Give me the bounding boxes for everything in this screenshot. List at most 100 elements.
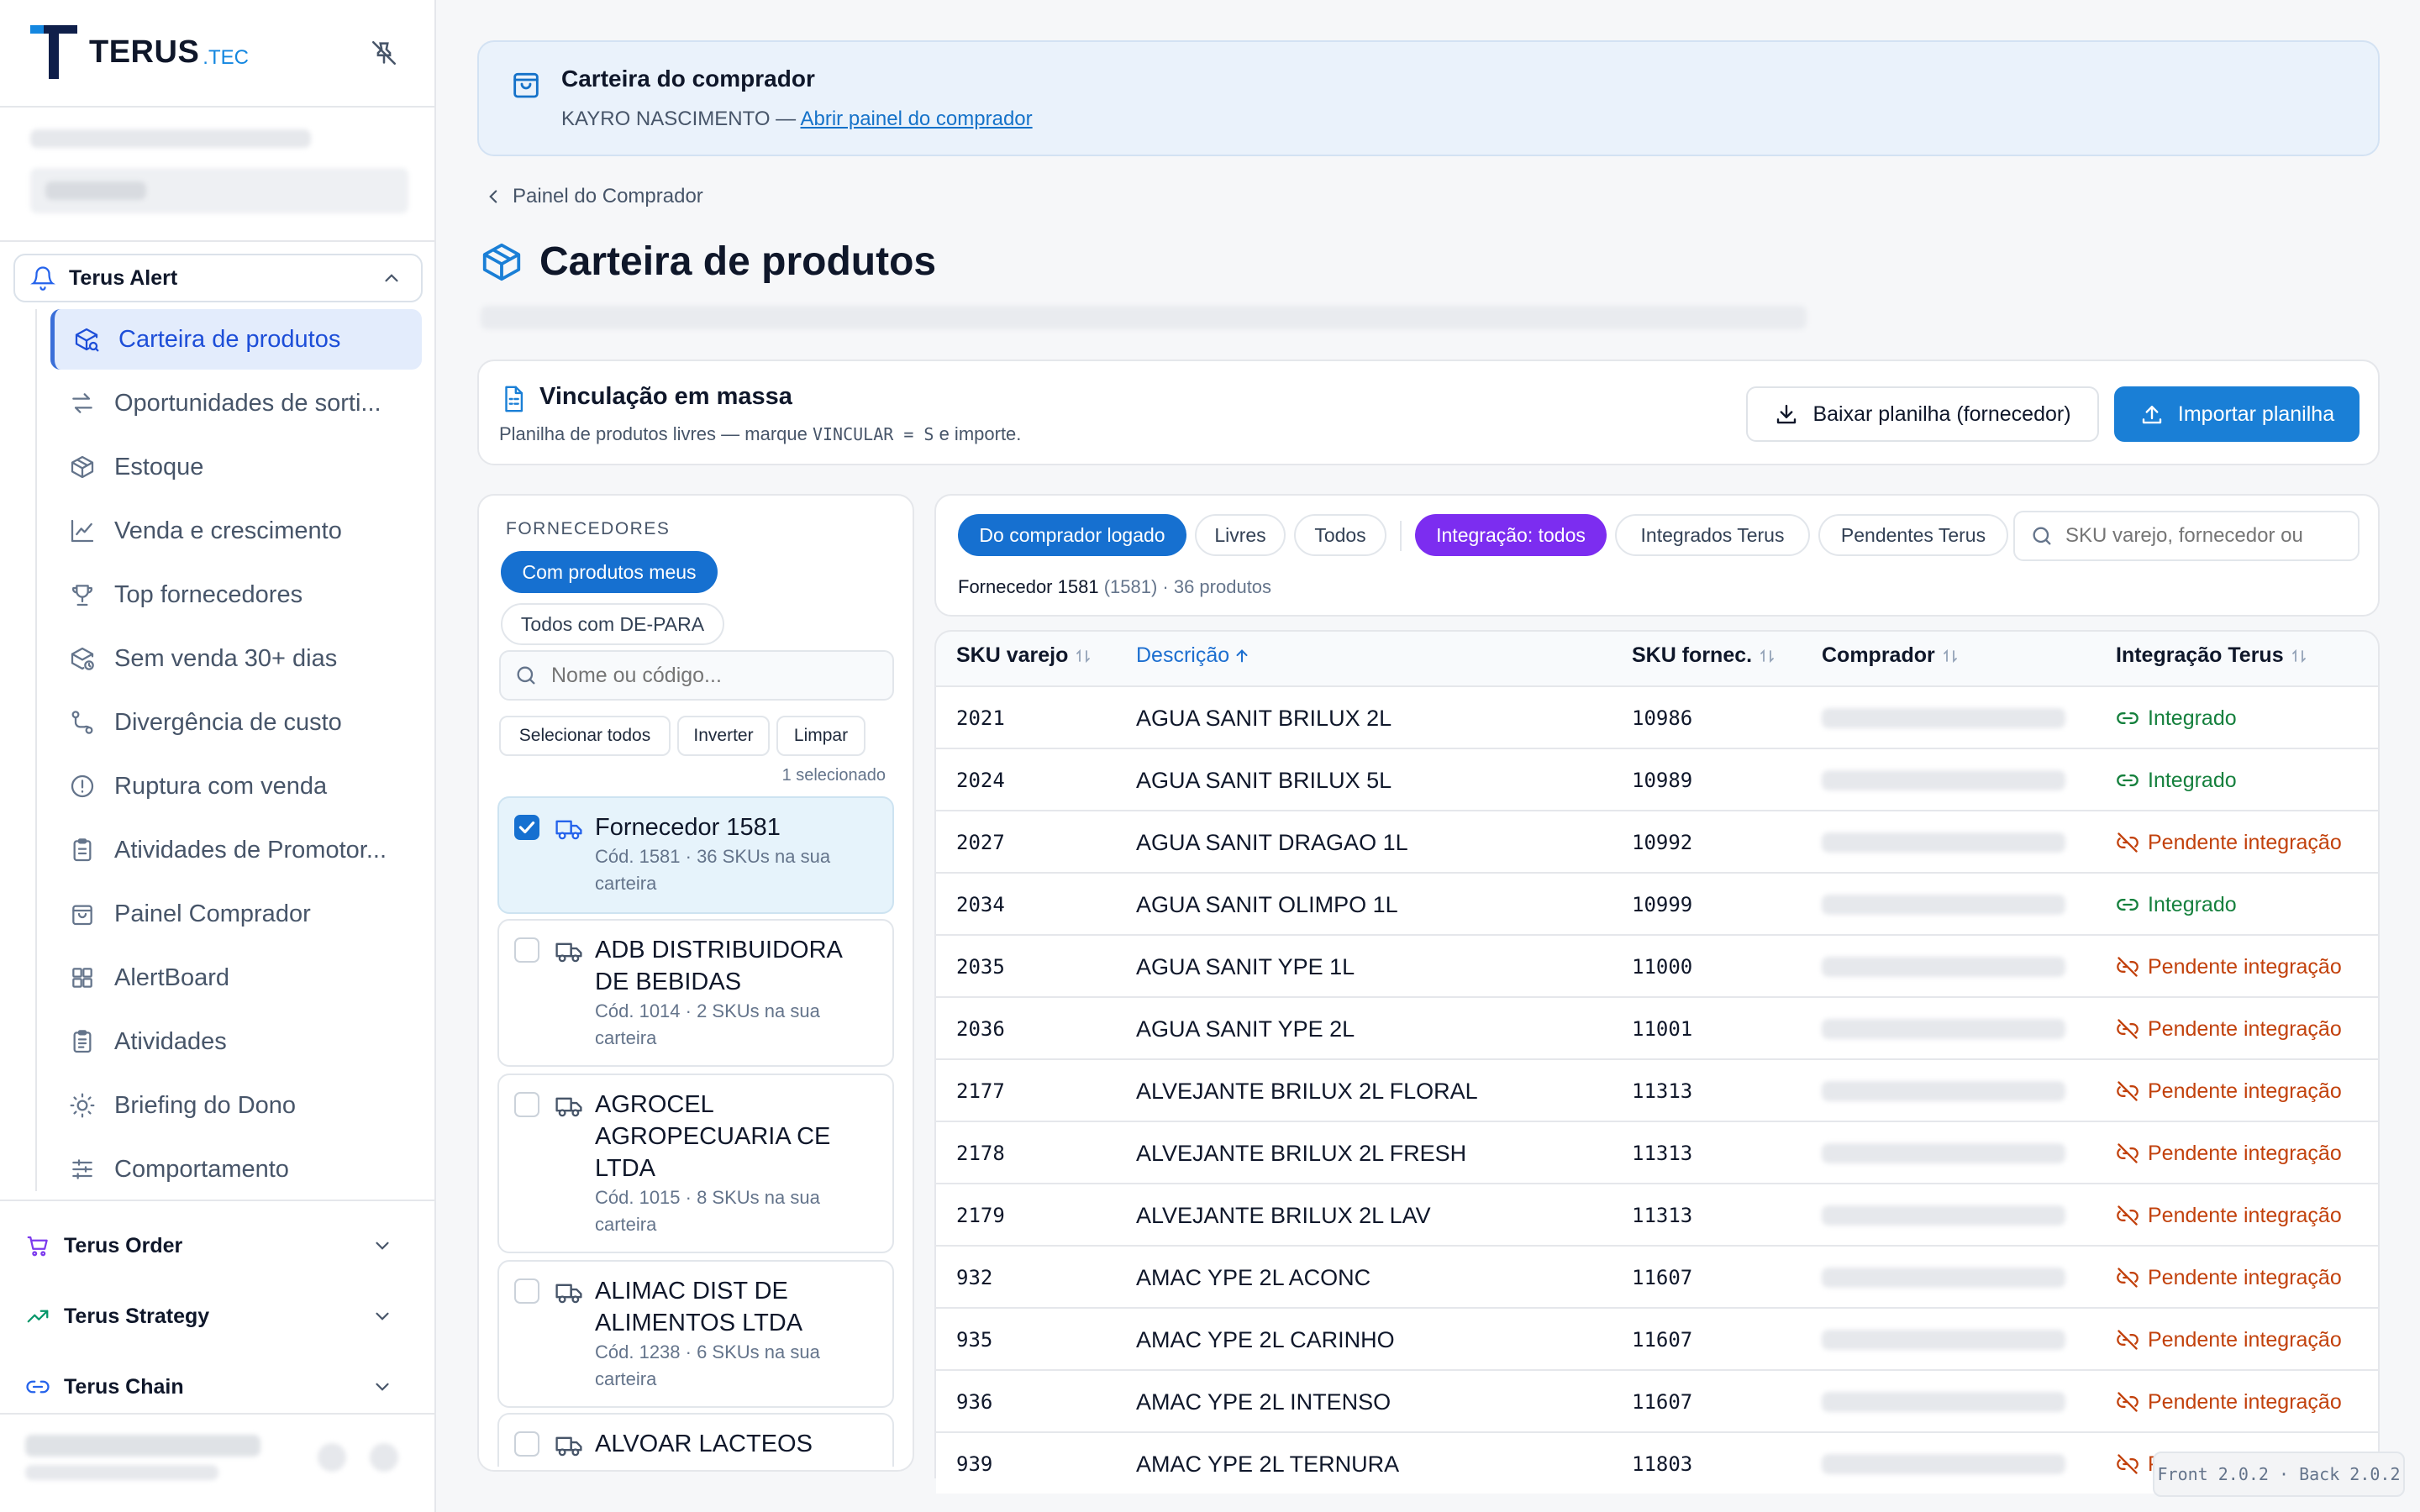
download-icon <box>1777 404 1797 424</box>
table-row[interactable]: 2034 AGUA SANIT OLIMPO 1L 10999 Integrado <box>936 872 2378 934</box>
filter-buyer-logged[interactable]: Do comprador logado <box>958 514 1186 556</box>
nav-group-terus-order[interactable]: Terus Order <box>25 1225 412 1267</box>
column-comprador[interactable]: Comprador <box>1822 643 1960 668</box>
sidebar-item-comportamento[interactable]: Comportamento <box>50 1139 422 1200</box>
select-all-button[interactable]: Selecionar todos <box>499 716 671 756</box>
table-row[interactable]: 2036 AGUA SANIT YPE 2L 11001 Pendente integ… <box>936 996 2378 1058</box>
table-row[interactable]: 936 AMAC YPE 2L INTENSO 11607 Pendente inte… <box>936 1369 2378 1431</box>
sidebar-item-carteira-de-produtos[interactable]: Carteira de produtos <box>50 309 422 370</box>
cell-integracao-status: Integrado <box>2116 687 2237 749</box>
table-row[interactable]: 2024 AGUA SANIT BRILUX 5L 10989 Integrado <box>936 748 2378 810</box>
sidebar-item-alertboard[interactable]: AlertBoard <box>50 948 422 1008</box>
supplier-search[interactable] <box>499 650 894 701</box>
box-icon <box>71 455 94 479</box>
table-row[interactable]: 2178 ALVEJANTE BRILUX 2L FRESH 11313 Penden… <box>936 1121 2378 1183</box>
supplier-card[interactable]: ALIMAC DIST DE ALIMENTOS LTDA Cód. 1238 … <box>497 1260 894 1408</box>
chevron-down-icon <box>376 1242 389 1250</box>
nav-group-label: Terus Alert <box>69 265 178 290</box>
link-off-icon <box>2117 1330 2139 1350</box>
invert-selection-button[interactable]: Inverter <box>677 716 770 756</box>
import-sheet-button[interactable]: Importar planilha <box>2114 386 2360 442</box>
download-sheet-button[interactable]: Baixar planilha (fornecedor) <box>1746 386 2099 442</box>
cell-integracao-status: Pendente integração <box>2116 936 2342 998</box>
table-row[interactable]: 2035 AGUA SANIT YPE 1L 11000 Pendente integ… <box>936 934 2378 996</box>
filter-my-products[interactable]: Com produtos meus <box>501 551 718 593</box>
cell-comprador-blurred <box>1822 687 2065 749</box>
open-buyer-panel-link[interactable]: Abrir painel do comprador <box>801 108 1033 130</box>
table-row[interactable]: 2021 AGUA SANIT BRILUX 2L 10986 Integrado <box>936 685 2378 748</box>
supplier-search-input[interactable] <box>551 663 887 688</box>
product-search-input[interactable] <box>2065 524 2351 548</box>
column-sku-fornecedor[interactable]: SKU fornec. <box>1632 643 1777 668</box>
column-descricao[interactable]: Descrição <box>1136 643 1251 668</box>
filter-pending-terus[interactable]: Pendentes Terus <box>1818 514 2008 556</box>
nav-group-terus-chain[interactable]: Terus Chain <box>25 1366 412 1408</box>
table-row[interactable]: 2177 ALVEJANTE BRILUX 2L FLORAL 11313 Pende… <box>936 1058 2378 1121</box>
table-row[interactable]: 2179 ALVEJANTE BRILUX 2L LAV 11313 Pendente… <box>936 1183 2378 1245</box>
sidebar-item-top-fornecedores[interactable]: Top fornecedores <box>50 564 422 625</box>
sidebar-item-atividades-promotor[interactable]: Atividades de Promotor... <box>50 820 422 880</box>
column-integracao[interactable]: Integração Terus <box>2116 643 2309 668</box>
filter-integrated-terus[interactable]: Integrados Terus <box>1615 514 1810 556</box>
sidebar-item-atividades[interactable]: Atividades <box>50 1011 422 1072</box>
table-row[interactable]: 932 AMAC YPE 2L ACONC 11607 Pendente integr… <box>936 1245 2378 1307</box>
cell-descricao: AGUA SANIT OLIMPO 1L <box>1136 891 1398 917</box>
separator: — <box>770 108 801 130</box>
cell-comprador-blurred <box>1822 1184 2065 1247</box>
table-row[interactable]: 935 AMAC YPE 2L CARINHO 11607 Pendente inte… <box>936 1307 2378 1369</box>
nav-group-terus-alert[interactable]: Terus Alert <box>13 254 423 302</box>
column-label: SKU varejo <box>956 643 1069 667</box>
cell-sku-fornecedor: 11000 <box>1632 955 1693 979</box>
search-icon <box>2033 527 2051 545</box>
unpin-sidebar-button[interactable] <box>370 39 398 67</box>
import-sheet-label: Importar planilha <box>2177 402 2335 426</box>
nav-group-terus-strategy[interactable]: Terus Strategy <box>25 1295 412 1337</box>
supplier-checkbox[interactable] <box>514 815 539 840</box>
sidebar-item-estoque[interactable]: Estoque <box>50 437 422 497</box>
filter-integration-all[interactable]: Integração: todos <box>1415 514 1607 556</box>
supplier-card[interactable]: AGROCEL AGROPECUARIA CE LTDA Cód. 1015 ·… <box>497 1074 894 1253</box>
cell-descricao: ALVEJANTE BRILUX 2L FLORAL <box>1136 1078 1478 1104</box>
sidebar-item-painel-comprador[interactable]: Painel Comprador <box>50 884 422 944</box>
supplier-card[interactable]: ADB DISTRIBUIDORA DE BEBIDAS Cód. 1014 ·… <box>497 919 894 1067</box>
sidebar-item-oportunidades[interactable]: Oportunidades de sorti... <box>50 373 422 433</box>
cell-descricao: ALVEJANTE BRILUX 2L LAV <box>1136 1202 1431 1228</box>
cell-sku-fornecedor: 10986 <box>1632 706 1693 730</box>
status-label: Pendente integração <box>2148 830 2342 854</box>
cell-descricao: AMAC YPE 2L TERNURA <box>1136 1451 1400 1477</box>
supplier-card[interactable]: Fornecedor 1581 Cód. 1581 · 36 SKUs na s… <box>497 796 894 914</box>
product-search[interactable] <box>2013 511 2360 561</box>
supplier-card[interactable]: ALVOAR LACTEOS <box>497 1413 894 1467</box>
supplier-checkbox[interactable] <box>514 1278 539 1304</box>
cell-integracao-status: Pendente integração <box>2116 998 2342 1060</box>
supplier-checkbox[interactable] <box>514 1431 539 1457</box>
supplier-checkbox[interactable] <box>514 1092 539 1117</box>
selected-count: 1 selecionado <box>781 766 886 785</box>
status-label: Pendente integração <box>2148 1016 2342 1041</box>
nav-group-label: Terus Order <box>64 1233 183 1257</box>
breadcrumb-back[interactable]: Painel do Comprador <box>482 185 703 208</box>
sidebar-item-sem-venda[interactable]: Sem venda 30+ dias <box>50 628 422 689</box>
sidebar-item-divergencia-custo[interactable]: Divergência de custo <box>50 692 422 753</box>
cell-comprador-blurred <box>1822 749 2065 811</box>
clear-selection-button[interactable]: Limpar <box>776 716 865 756</box>
filter-all-de-para[interactable]: Todos com DE-PARA <box>501 603 724 645</box>
supplier-checkbox[interactable] <box>514 937 539 963</box>
truck-icon <box>555 1284 582 1304</box>
sidebar-item-venda-crescimento[interactable]: Venda e crescimento <box>50 501 422 561</box>
sidebar-item-ruptura[interactable]: Ruptura com venda <box>50 756 422 816</box>
chevron-left-icon <box>489 190 497 203</box>
arrows-exchange-icon <box>72 393 92 413</box>
filter-free[interactable]: Livres <box>1195 514 1286 556</box>
cell-integracao-status: Pendente integração <box>2116 811 2342 874</box>
sidebar-item-briefing[interactable]: Briefing do Dono <box>50 1075 422 1136</box>
cell-sku-varejo: 932 <box>956 1266 993 1289</box>
brand-logo[interactable]: TERUS .TEC <box>30 25 249 79</box>
truck-icon <box>555 820 582 840</box>
table-row[interactable]: 2027 AGUA SANIT DRAGAO 1L 10992 Pendente in… <box>936 810 2378 872</box>
filter-all[interactable]: Todos <box>1294 514 1386 556</box>
sidebar-divider <box>0 1200 436 1201</box>
sidebar-item-label: Sem venda 30+ dias <box>114 644 338 672</box>
column-sku-varejo[interactable]: SKU varejo <box>956 643 1093 668</box>
search-icon <box>517 666 535 685</box>
